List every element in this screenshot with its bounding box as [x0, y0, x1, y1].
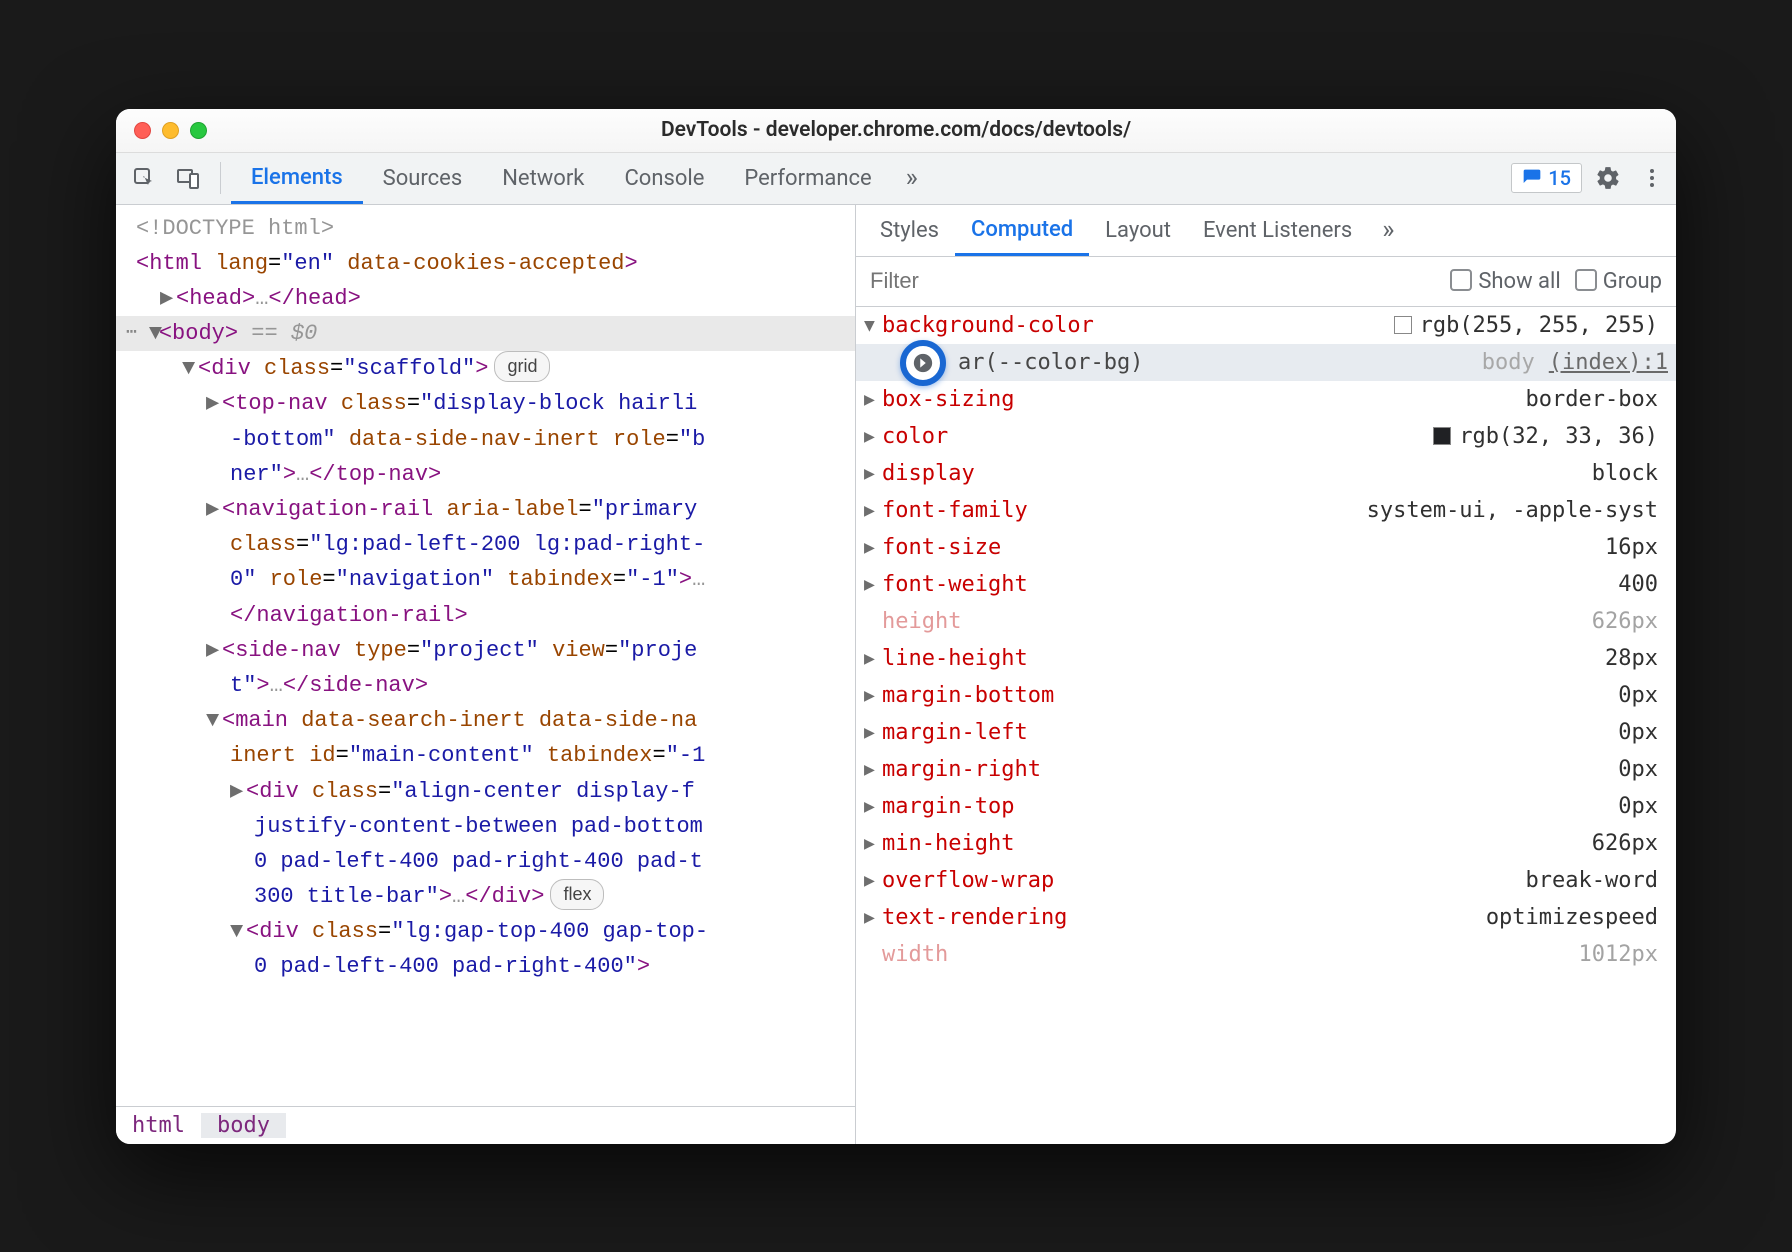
close-window-button[interactable]: [134, 122, 151, 139]
computed-row[interactable]: ▶margin-top0px: [856, 788, 1676, 825]
computed-row[interactable]: ▶displayblock: [856, 455, 1676, 492]
layout-chip-grid[interactable]: grid: [494, 351, 550, 382]
computed-list[interactable]: ▼ background-color rgb(255, 255, 255) ar…: [856, 307, 1676, 1144]
computed-row[interactable]: ▶overflow-wrapbreak-word: [856, 862, 1676, 899]
arrow-right-icon: [912, 352, 934, 374]
more-menu-icon[interactable]: [1634, 160, 1670, 196]
computed-row[interactable]: ▶font-familysystem-ui, -apple-syst: [856, 492, 1676, 529]
selected-node[interactable]: ⋯▼<body> == $0: [116, 316, 855, 351]
computed-row[interactable]: ▶margin-right0px: [856, 751, 1676, 788]
group-toggle[interactable]: Group: [1575, 269, 1662, 294]
computed-row[interactable]: ▶font-weight400: [856, 566, 1676, 603]
computed-row[interactable]: ▶colorrgb(32, 33, 36): [856, 418, 1676, 455]
goto-source-button[interactable]: [900, 340, 946, 386]
zoom-window-button[interactable]: [190, 122, 207, 139]
show-all-toggle[interactable]: Show all: [1450, 269, 1560, 294]
devtools-window: DevTools - developer.chrome.com/docs/dev…: [116, 109, 1676, 1144]
tab-performance[interactable]: Performance: [724, 152, 891, 204]
computed-resolved-row[interactable]: ar(--color-bg) body (index):1: [856, 344, 1676, 381]
computed-row[interactable]: ▶text-renderingoptimizespeed: [856, 899, 1676, 936]
inspect-icon[interactable]: [124, 158, 164, 198]
computed-row[interactable]: ▶margin-left0px: [856, 714, 1676, 751]
crumb-body[interactable]: body: [201, 1113, 286, 1138]
elements-panel: <!DOCTYPE html> <html lang="en" data-coo…: [116, 205, 856, 1144]
checkbox-icon: [1575, 269, 1597, 291]
window-title: DevTools - developer.chrome.com/docs/dev…: [661, 118, 1131, 142]
color-swatch-icon: [1433, 427, 1451, 445]
settings-icon[interactable]: [1590, 160, 1626, 196]
side-tab-event-listeners[interactable]: Event Listeners: [1187, 205, 1368, 257]
toolbar-divider: [220, 162, 221, 194]
side-tab-computed[interactable]: Computed: [955, 205, 1089, 257]
device-toolbar-icon[interactable]: [168, 158, 208, 198]
main-area: <!DOCTYPE html> <html lang="en" data-coo…: [116, 205, 1676, 1144]
titlebar: DevTools - developer.chrome.com/docs/dev…: [116, 109, 1676, 153]
side-tabs-overflow-icon[interactable]: »: [1368, 215, 1408, 245]
computed-row[interactable]: height626px: [856, 603, 1676, 640]
computed-row[interactable]: ▶box-sizingborder-box: [856, 381, 1676, 418]
side-tabs: Styles Computed Layout Event Listeners »: [856, 205, 1676, 257]
checkbox-icon: [1450, 269, 1472, 291]
tab-console[interactable]: Console: [604, 152, 724, 204]
computed-row[interactable]: width1012px: [856, 936, 1676, 973]
computed-row[interactable]: ▶line-height28px: [856, 640, 1676, 677]
side-tab-styles[interactable]: Styles: [864, 205, 955, 257]
computed-row[interactable]: ▶margin-bottom0px: [856, 677, 1676, 714]
minimize-window-button[interactable]: [162, 122, 179, 139]
filter-input[interactable]: [870, 268, 1436, 294]
dom-tree[interactable]: <!DOCTYPE html> <html lang="en" data-coo…: [116, 205, 855, 1106]
issues-icon: [1522, 168, 1542, 188]
breadcrumbs: html body: [116, 1106, 855, 1144]
devtools-toolbar: Elements Sources Network Console Perform…: [116, 153, 1676, 205]
color-swatch-icon: [1394, 316, 1412, 334]
tab-network[interactable]: Network: [482, 152, 604, 204]
layout-chip-flex[interactable]: flex: [550, 879, 604, 910]
tab-sources[interactable]: Sources: [363, 152, 483, 204]
tabs-overflow-icon[interactable]: »: [892, 163, 932, 193]
source-link[interactable]: (index):1: [1549, 350, 1676, 375]
issues-count: 15: [1548, 166, 1571, 190]
computed-row[interactable]: ▶min-height626px: [856, 825, 1676, 862]
side-tab-layout[interactable]: Layout: [1089, 205, 1187, 257]
computed-panel: Styles Computed Layout Event Listeners »…: [856, 205, 1676, 1144]
tab-elements[interactable]: Elements: [231, 152, 363, 204]
crumb-html[interactable]: html: [116, 1113, 201, 1138]
filter-bar: Show all Group: [856, 257, 1676, 307]
doctype-node: <!DOCTYPE html>: [136, 216, 334, 241]
computed-row[interactable]: ▶font-size16px: [856, 529, 1676, 566]
issues-badge[interactable]: 15: [1511, 163, 1582, 193]
window-controls: [134, 122, 207, 139]
computed-row[interactable]: ▼ background-color rgb(255, 255, 255): [856, 307, 1676, 344]
